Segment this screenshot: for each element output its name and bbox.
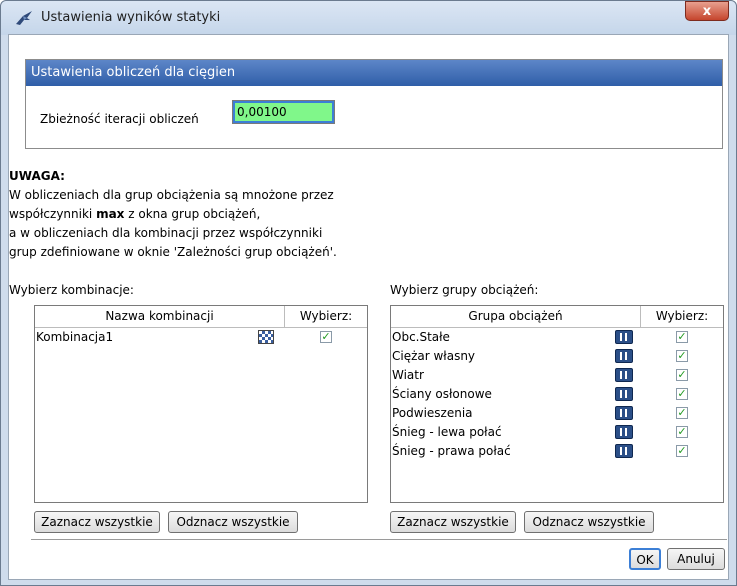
group-name: Podwieszenia bbox=[392, 406, 473, 420]
combinations-table: Nazwa kombinacji Wybierz: Kombinacja1 ✓ bbox=[34, 305, 368, 503]
ok-button[interactable]: OK bbox=[629, 548, 661, 570]
combinations-select-all-button[interactable]: Zaznacz wszystkie bbox=[34, 511, 160, 533]
col-combination-name[interactable]: Nazwa kombinacji bbox=[35, 306, 285, 327]
group-checkbox[interactable]: ✓ bbox=[676, 407, 688, 419]
group-name: Ciężar własny bbox=[392, 349, 476, 363]
note-line-3: a w obliczeniach dla kombinacji przez ws… bbox=[9, 226, 323, 240]
table-row[interactable]: Śnieg - prawa połać ✓ bbox=[391, 442, 723, 461]
group-checkbox[interactable]: ✓ bbox=[676, 445, 688, 457]
combination-name: Kombinacja1 bbox=[36, 330, 114, 344]
groups-select-all-button[interactable]: Zaznacz wszystkie bbox=[390, 511, 516, 533]
groups-table: Grupa obciążeń Wybierz: Obc.Stałe ✓ Cięż… bbox=[390, 305, 724, 503]
group-name: Ściany osłonowe bbox=[392, 387, 492, 401]
combinations-label: Wybierz kombinacje: bbox=[9, 283, 134, 297]
table-row[interactable]: Kombinacja1 ✓ bbox=[35, 328, 367, 347]
note-line-1: W obliczeniach dla grup obciążenia są mn… bbox=[9, 188, 334, 202]
note-title: UWAGA: bbox=[9, 169, 65, 183]
groups-table-header: Grupa obciążeń Wybierz: bbox=[391, 306, 723, 328]
groups-label: Wybierz grupy obciążeń: bbox=[390, 283, 539, 297]
load-group-icon[interactable] bbox=[615, 425, 633, 439]
calc-settings-panel: Ustawienia obliczeń dla cięgien Zbieżnoś… bbox=[25, 59, 723, 149]
col-group-select[interactable]: Wybierz: bbox=[641, 306, 723, 327]
note-line-4: grup zdefiniowane w oknie 'Zależności gr… bbox=[9, 245, 337, 259]
table-row[interactable]: Podwieszenia ✓ bbox=[391, 404, 723, 423]
panel-header: Ustawienia obliczeń dla cięgien bbox=[26, 60, 722, 86]
bird-icon bbox=[16, 11, 32, 25]
close-button[interactable]: x bbox=[685, 1, 729, 21]
group-checkbox[interactable]: ✓ bbox=[676, 369, 688, 381]
combinations-deselect-all-button[interactable]: Odznacz wszystkie bbox=[168, 511, 298, 533]
load-group-icon[interactable] bbox=[615, 330, 633, 344]
group-name: Wiatr bbox=[392, 368, 424, 382]
footer-separator bbox=[31, 539, 727, 540]
note-block: UWAGA: W obliczeniach dla grup obciążeni… bbox=[9, 167, 337, 262]
combination-icon[interactable] bbox=[258, 330, 274, 344]
table-row[interactable]: Ciężar własny ✓ bbox=[391, 347, 723, 366]
col-combination-select[interactable]: Wybierz: bbox=[285, 306, 367, 327]
combination-checkbox[interactable]: ✓ bbox=[320, 331, 332, 343]
table-row[interactable]: Obc.Stałe ✓ bbox=[391, 328, 723, 347]
group-checkbox[interactable]: ✓ bbox=[676, 350, 688, 362]
load-group-icon[interactable] bbox=[615, 387, 633, 401]
group-name: Śnieg - lewa połać bbox=[392, 425, 502, 439]
col-group-name[interactable]: Grupa obciążeń bbox=[391, 306, 641, 327]
load-group-icon[interactable] bbox=[615, 406, 633, 420]
table-row[interactable]: Ściany osłonowe ✓ bbox=[391, 385, 723, 404]
title-bar: Ustawienia wyników statyki x bbox=[1, 1, 736, 35]
group-checkbox[interactable]: ✓ bbox=[676, 331, 688, 343]
table-row[interactable]: Śnieg - lewa połać ✓ bbox=[391, 423, 723, 442]
table-row[interactable]: Wiatr ✓ bbox=[391, 366, 723, 385]
window-title: Ustawienia wyników statyki bbox=[41, 10, 221, 25]
dialog-window: Ustawienia wyników statyki x Ustawienia … bbox=[0, 0, 737, 586]
combinations-table-header: Nazwa kombinacji Wybierz: bbox=[35, 306, 367, 328]
group-checkbox[interactable]: ✓ bbox=[676, 426, 688, 438]
note-line-2: współczynniki max z okna grup obciążeń, bbox=[9, 207, 261, 221]
load-group-icon[interactable] bbox=[615, 444, 633, 458]
groups-deselect-all-button[interactable]: Odznacz wszystkie bbox=[524, 511, 654, 533]
load-group-icon[interactable] bbox=[615, 349, 633, 363]
convergence-input[interactable] bbox=[232, 100, 335, 124]
load-group-icon[interactable] bbox=[615, 368, 633, 382]
group-name: Śnieg - prawa połać bbox=[392, 444, 511, 458]
group-name: Obc.Stałe bbox=[392, 330, 450, 344]
cancel-button[interactable]: Anuluj bbox=[667, 548, 725, 570]
convergence-label: Zbieżność iteracji obliczeń bbox=[40, 112, 199, 126]
group-checkbox[interactable]: ✓ bbox=[676, 388, 688, 400]
